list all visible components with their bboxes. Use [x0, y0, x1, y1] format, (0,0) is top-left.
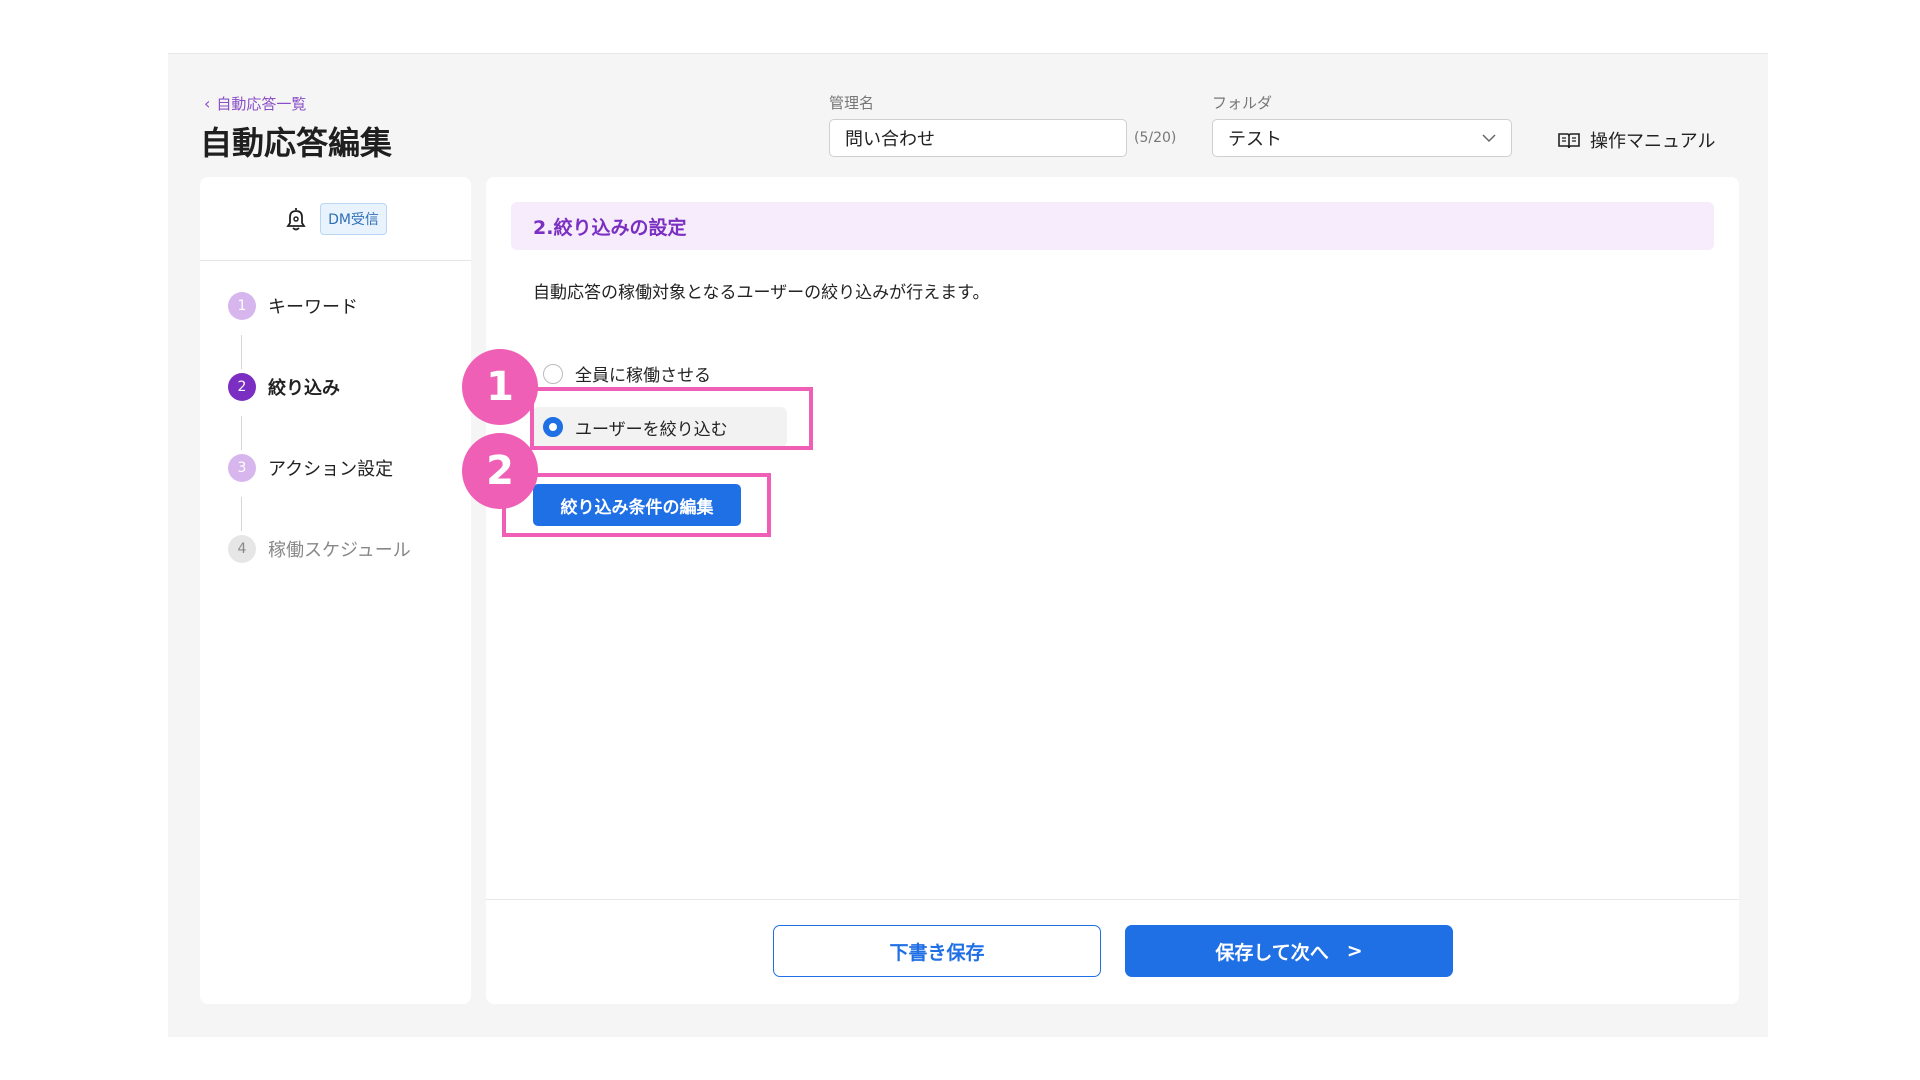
- trigger-indicator: DM受信: [200, 177, 471, 261]
- folder-value: テスト: [1228, 129, 1282, 150]
- book-icon: [1558, 132, 1580, 148]
- annotation-marker-2: 2: [462, 433, 538, 509]
- step-label: 稼働スケジュール: [268, 540, 411, 561]
- section-description: 自動応答の稼働対象となるユーザーの絞り込みが行えます。: [533, 283, 990, 303]
- step-list: 1 キーワード 2 絞り込み 3 アクション設定 4 稼働スケジュール: [200, 261, 471, 564]
- step-connector: [241, 497, 242, 531]
- radio-label: ユーザーを絞り込む: [575, 419, 728, 440]
- app-window: ‹ 自動応答一覧 自動応答編集 管理名 (5/20) フォルダ テスト 操作マニ…: [168, 53, 1768, 1037]
- steps-sidebar: DM受信 1 キーワード 2 絞り込み 3 アクション設定 4 稼働スケジュール: [200, 177, 471, 1004]
- folder-select[interactable]: テスト: [1212, 119, 1512, 157]
- chevron-left-icon: ‹: [204, 93, 211, 113]
- step-schedule[interactable]: 4 稼働スケジュール: [228, 534, 471, 564]
- step-number: 2: [228, 373, 256, 401]
- chevron-right-icon: >: [1346, 940, 1363, 962]
- main-panel: 2.絞り込みの設定 自動応答の稼働対象となるユーザーの絞り込みが行えます。 全員…: [486, 177, 1739, 1004]
- step-label: キーワード: [268, 297, 358, 318]
- step-action-settings[interactable]: 3 アクション設定: [228, 453, 471, 483]
- save-next-button[interactable]: 保存して次へ >: [1125, 925, 1453, 977]
- step-label: アクション設定: [268, 459, 394, 480]
- name-char-count: (5/20): [1134, 130, 1177, 146]
- edit-filter-conditions-button[interactable]: 絞り込み条件の編集: [533, 484, 741, 526]
- step-connector: [241, 335, 242, 369]
- step-number: 1: [228, 292, 256, 320]
- back-link[interactable]: ‹ 自動応答一覧: [204, 93, 306, 114]
- save-next-label: 保存して次へ: [1215, 941, 1329, 964]
- annotation-marker-1: 1: [462, 349, 538, 425]
- section-title: 2.絞り込みの設定: [511, 202, 1714, 250]
- step-number: 3: [228, 454, 256, 482]
- radio-button[interactable]: [543, 363, 563, 384]
- back-link-label: 自動応答一覧: [216, 95, 307, 113]
- radio-filter-users[interactable]: ユーザーを絞り込む: [533, 407, 787, 447]
- bell-icon: [286, 207, 306, 230]
- step-connector: [241, 416, 242, 450]
- manual-link-label: 操作マニュアル: [1590, 131, 1716, 152]
- step-filter[interactable]: 2 絞り込み: [228, 372, 471, 402]
- step-keyword[interactable]: 1 キーワード: [228, 291, 471, 321]
- step-label: 絞り込み: [268, 378, 340, 399]
- save-draft-button[interactable]: 下書き保存: [773, 925, 1101, 977]
- name-label: 管理名: [829, 94, 875, 112]
- radio-button-checked[interactable]: [543, 417, 563, 437]
- radio-label: 全員に稼働させる: [575, 366, 711, 386]
- radio-all-users[interactable]: 全員に稼働させる: [543, 361, 711, 386]
- folder-label: フォルダ: [1212, 94, 1273, 112]
- page-title: 自動応答編集: [200, 124, 393, 162]
- name-input[interactable]: [829, 119, 1127, 157]
- manual-link[interactable]: 操作マニュアル: [1558, 127, 1715, 153]
- dm-badge: DM受信: [320, 202, 387, 235]
- step-number: 4: [228, 535, 256, 563]
- chevron-down-icon: [1482, 133, 1496, 142]
- footer-actions: 下書き保存 保存して次へ >: [486, 899, 1739, 1004]
